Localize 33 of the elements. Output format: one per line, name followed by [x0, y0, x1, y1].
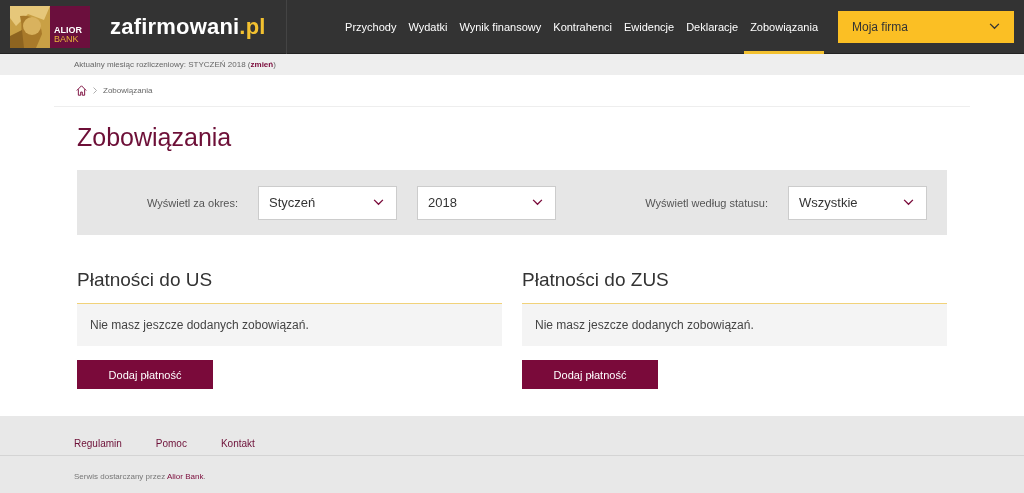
- site-name[interactable]: zafirmowani.pl: [110, 0, 287, 54]
- chevron-icon: [989, 23, 1000, 30]
- add-payment-button[interactable]: Dodaj płatność: [77, 360, 213, 389]
- empty-message: Nie masz jeszcze dodanych zobowiązań.: [77, 304, 502, 346]
- nav-link[interactable]: Kontrahenci: [547, 0, 618, 54]
- month-select[interactable]: Styczeń: [258, 185, 397, 220]
- nav-link[interactable]: Wynik finansowy: [453, 0, 548, 54]
- logo-text: BANK: [54, 34, 80, 44]
- add-payment-button[interactable]: Dodaj płatność: [522, 360, 658, 389]
- breadcrumb-item: Zobowiązania: [103, 86, 153, 95]
- footer-text: Serwis dostarczany przez Alior Bank.: [74, 472, 206, 481]
- nav-link[interactable]: Deklaracje: [680, 0, 745, 54]
- logo-text: ALIOR: [54, 25, 82, 35]
- home-icon[interactable]: [76, 85, 87, 96]
- filter-label: Wyświetl za okres:: [147, 196, 238, 209]
- company-dropdown[interactable]: Moja firma: [838, 10, 1014, 43]
- footer-link[interactable]: Kontakt: [220, 438, 255, 449]
- bank-logo[interactable]: ALIOR BANK: [10, 5, 90, 48]
- footer-link[interactable]: Pomoc: [155, 438, 187, 449]
- filter-label: Wyświetl według statusu:: [645, 196, 768, 209]
- chevron-icon: [903, 199, 914, 206]
- chevron-icon: [93, 87, 97, 94]
- footer-link[interactable]: Regulamin: [74, 438, 122, 449]
- status-select[interactable]: Wszystkie: [788, 185, 927, 220]
- nav-link[interactable]: Wydatki: [402, 0, 454, 54]
- chevron-icon: [532, 199, 543, 206]
- chevron-icon: [373, 199, 384, 206]
- year-select[interactable]: 2018: [417, 185, 556, 220]
- nav-link[interactable]: Przychody: [339, 0, 403, 54]
- period-text: Aktualny miesiąc rozliczeniowy: STYCZEŃ 2018 (zmień): [74, 60, 276, 69]
- nav-link[interactable]: Ewidencje: [618, 0, 681, 54]
- empty-message: Nie masz jeszcze dodanych zobowiązań.: [522, 304, 947, 346]
- page-title: Zobowiązania: [77, 123, 233, 152]
